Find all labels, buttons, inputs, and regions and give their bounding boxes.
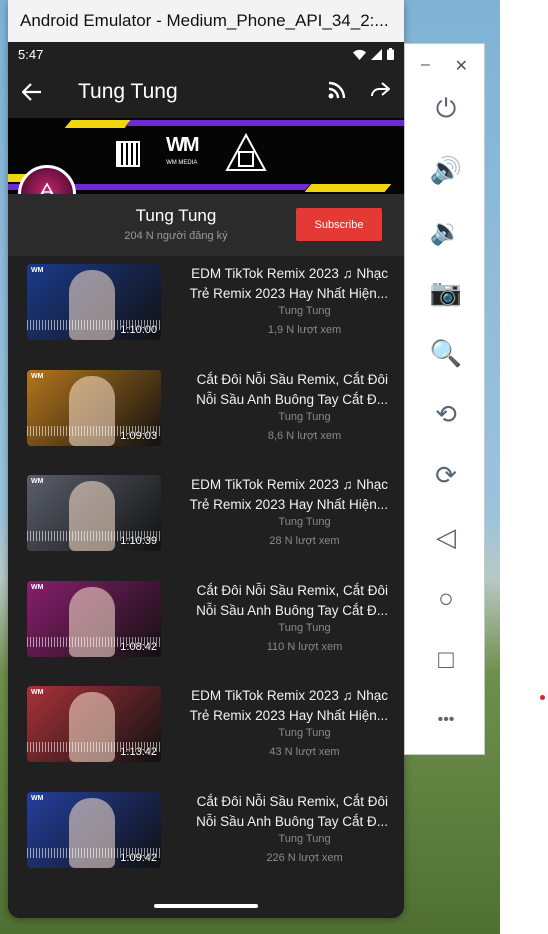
video-list: WM 1:10:00 EDM TikTok Remix 2023 ♫ Nhạc … [8,256,404,889]
subscriber-count: 204 N người đăng ký [124,230,228,242]
emulator-toolbar: – ✕ ⏻ 🔊 🔉 📷 🔍 ⟲ ⟳ ◁ ○ □ ••• [404,43,485,755]
volume-down-icon[interactable]: 🔉 [429,214,463,248]
video-views: 8,6 N lượt xem [267,429,342,442]
zoom-icon[interactable]: 🔍 [429,336,463,370]
video-item[interactable]: WM 1:09:42 Cắt Đôi Nỗi Sầu Remix, Cắt Đô… [8,784,404,890]
video-duration: 1:08:42 [120,640,157,653]
video-title[interactable]: Cắt Đôi Nỗi Sầu Remix, Cắt Đôi Nỗi Sầu A… [181,581,388,621]
wm-media-logo: WM WM MEDIA [166,134,200,166]
rss-icon[interactable] [328,81,346,104]
video-title[interactable]: Cắt Đôi Nỗi Sầu Remix, Cắt Đôi Nỗi Sầu A… [181,792,388,832]
video-duration: 1:10:00 [120,324,157,336]
video-channel: Tung Tung [278,621,331,634]
status-bar: 5:47 [8,42,404,66]
video-channel: Tung Tung [278,305,331,317]
video-title[interactable]: EDM TikTok Remix 2023 ♫ Nhạc Trẻ Remix 2… [181,686,388,726]
back-arrow-icon[interactable] [22,83,44,101]
video-item[interactable]: WM 1:09:03 Cắt Đôi Nỗi Sầu Remix, Cắt Đô… [8,362,404,468]
thumbnail-watermark: WM [31,478,44,485]
status-icons [353,48,394,60]
rotate-left-icon[interactable]: ⟲ [429,397,463,431]
thumbnail-watermark: WM [31,794,44,802]
home-icon[interactable]: ○ [429,581,463,615]
phone-screen: 5:47 Tung Tung WM WM MEDIA Tung Tung 204… [8,42,404,918]
video-thumbnail[interactable]: WM 1:13:42 [27,686,161,762]
video-views: 43 N lượt xem [269,746,340,758]
video-duration: 1:09:03 [120,429,157,442]
video-title[interactable]: Cắt Đôi Nỗi Sầu Remix, Cắt Đôi Nỗi Sầu A… [181,370,388,410]
video-item[interactable]: WM 1:10:00 EDM TikTok Remix 2023 ♫ Nhạc … [8,256,404,362]
video-title[interactable]: EDM TikTok Remix 2023 ♫ Nhạc Trẻ Remix 2… [181,475,388,515]
video-channel: Tung Tung [278,727,331,739]
video-thumbnail[interactable]: WM 1:08:42 [27,580,161,657]
power-icon[interactable]: ⏻ [429,92,463,126]
video-views: 226 N lượt xem [266,851,343,864]
video-title[interactable]: EDM TikTok Remix 2023 ♫ Nhạc Trẻ Remix 2… [181,264,388,304]
page-title: Tung Tung [78,80,178,103]
close-icon[interactable]: ✕ [455,56,468,76]
gesture-nav-handle[interactable] [154,904,258,908]
wifi-icon [353,49,366,60]
video-views: 28 N lượt xem [269,535,340,547]
channel-info: Tung Tung 204 N người đăng ký Subscribe [8,194,404,256]
minimize-icon[interactable]: – [421,56,430,76]
video-item[interactable]: WM 1:10:39 EDM TikTok Remix 2023 ♫ Nhạc … [8,467,404,573]
video-channel: Tung Tung [278,410,331,423]
triangle-logo-icon [224,132,267,171]
rotate-right-icon[interactable]: ⟳ [429,458,463,492]
window-title: Android Emulator - Medium_Phone_API_34_2… [8,0,404,42]
channel-name: Tung Tung [135,206,217,225]
more-icon[interactable]: ••• [429,703,463,737]
video-duration: 1:09:42 [120,851,157,864]
camera-icon[interactable]: 📷 [429,275,463,309]
video-duration: 1:13:42 [120,746,157,758]
status-time: 5:47 [18,46,44,62]
back-icon[interactable]: ◁ [429,520,463,554]
qr-code-icon [116,141,140,167]
video-thumbnail[interactable]: WM 1:09:03 [27,369,161,446]
overview-icon[interactable]: □ [429,642,463,676]
app-bar: Tung Tung [8,66,404,118]
video-channel: Tung Tung [278,516,331,528]
desktop-background [500,0,548,934]
thumbnail-watermark: WM [31,267,44,274]
share-icon[interactable] [370,81,391,103]
subscribe-button[interactable]: Subscribe [296,208,382,241]
volume-up-icon[interactable]: 🔊 [429,153,463,187]
video-item[interactable]: WM 1:08:42 Cắt Đôi Nỗi Sầu Remix, Cắt Đô… [8,573,404,679]
video-views: 1,9 N lượt xem [267,324,342,336]
video-thumbnail[interactable]: WM 1:10:39 [27,475,161,551]
video-views: 110 N lượt xem [266,640,343,653]
video-channel: Tung Tung [278,832,331,845]
thumbnail-watermark: WM [31,372,44,380]
video-thumbnail[interactable]: WM 1:09:42 [27,791,161,868]
video-item[interactable]: WM 1:13:42 EDM TikTok Remix 2023 ♫ Nhạc … [8,678,404,784]
thumbnail-watermark: WM [31,689,44,696]
video-thumbnail[interactable]: WM 1:10:00 [27,264,161,340]
thumbnail-watermark: WM [31,583,44,591]
desktop-marker [540,695,545,700]
signal-icon [371,48,382,60]
emulator-window: Android Emulator - Medium_Phone_API_34_2… [8,0,404,918]
battery-icon [387,48,394,60]
video-duration: 1:10:39 [120,535,157,547]
